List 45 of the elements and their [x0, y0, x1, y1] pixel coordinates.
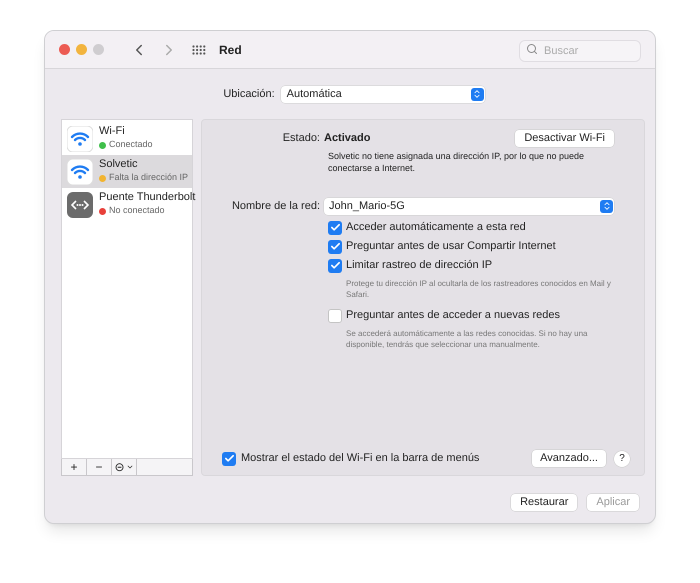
- network-dropdown[interactable]: John_Mario-5G: [324, 198, 614, 214]
- service-name: Solvetic: [99, 158, 139, 172]
- option-label: Mostrar el estado del Wi-Fi en la barra de menús: [241, 451, 480, 466]
- checkbox[interactable]: [328, 220, 342, 234]
- status-note: Solvetic no tiene asignada una dirección IP, por lo que no puede conectarse a Internet.: [328, 150, 586, 174]
- stepper-icon: [472, 89, 482, 99]
- service-status: Conectado: [109, 138, 153, 152]
- option-label: Limitar rastreo de dirección IP: [346, 258, 492, 274]
- option-label: Preguntar antes de acceder a nuevas redes: [346, 308, 560, 324]
- wifi-icon: [67, 126, 93, 152]
- option-note: Protege tu dirección IP al ocultarla de los rastreadores conocidos en Mail y Safari.: [346, 278, 612, 300]
- search-icon: [526, 42, 538, 54]
- service-name: Puente Thunderbolt: [99, 191, 196, 204]
- help-button[interactable]: ?: [614, 450, 630, 466]
- service-item[interactable]: Solvetic Falta la dirección IP: [62, 155, 192, 188]
- add-button[interactable]: +: [62, 459, 87, 475]
- service-status: Falta la dirección IP: [109, 171, 188, 184]
- remove-button[interactable]: −: [87, 459, 112, 475]
- location-label: Ubicación:: [223, 86, 275, 102]
- network-label: Nombre de la red:: [230, 198, 321, 214]
- checkbox[interactable]: [222, 452, 236, 466]
- restore-button[interactable]: Restaurar: [511, 494, 578, 511]
- action-menu-button[interactable]: ⊝: [112, 459, 137, 475]
- option-label: Acceder automáticamente a esta red: [346, 220, 526, 236]
- window-title: Red: [219, 42, 242, 58]
- search-field[interactable]: Buscar: [519, 40, 641, 62]
- caret-icon: [126, 463, 134, 471]
- option-note: Se accederá automáticamente a las redes conocidas. Si no hay una disponible, tendrás que seleccionar una manualmente.: [346, 328, 588, 350]
- advanced-button[interactable]: Avanzado...: [532, 450, 606, 467]
- status-label: Estado:: [282, 130, 321, 146]
- connector-icon: [67, 192, 93, 218]
- stepper-icon: [602, 201, 612, 211]
- checkbox[interactable]: [328, 308, 342, 322]
- location-dropdown[interactable]: Automática: [280, 86, 485, 102]
- option-label: Preguntar antes de usar Compartir Internet: [346, 239, 556, 254]
- wifi-toggle-button[interactable]: Desactivar Wi-Fi: [515, 130, 614, 146]
- checkbox[interactable]: [328, 240, 342, 254]
- status-value: Activado: [324, 130, 370, 146]
- checkbox[interactable]: [328, 258, 342, 272]
- grid-icon[interactable]: [192, 44, 206, 54]
- service-name: Wi-Fi: [99, 125, 126, 138]
- service-status: No conectado: [109, 204, 165, 218]
- close-button[interactable]: [59, 44, 70, 55]
- service-item[interactable]: Wi-Fi Conectado: [62, 122, 192, 155]
- wifi-icon: [67, 158, 93, 184]
